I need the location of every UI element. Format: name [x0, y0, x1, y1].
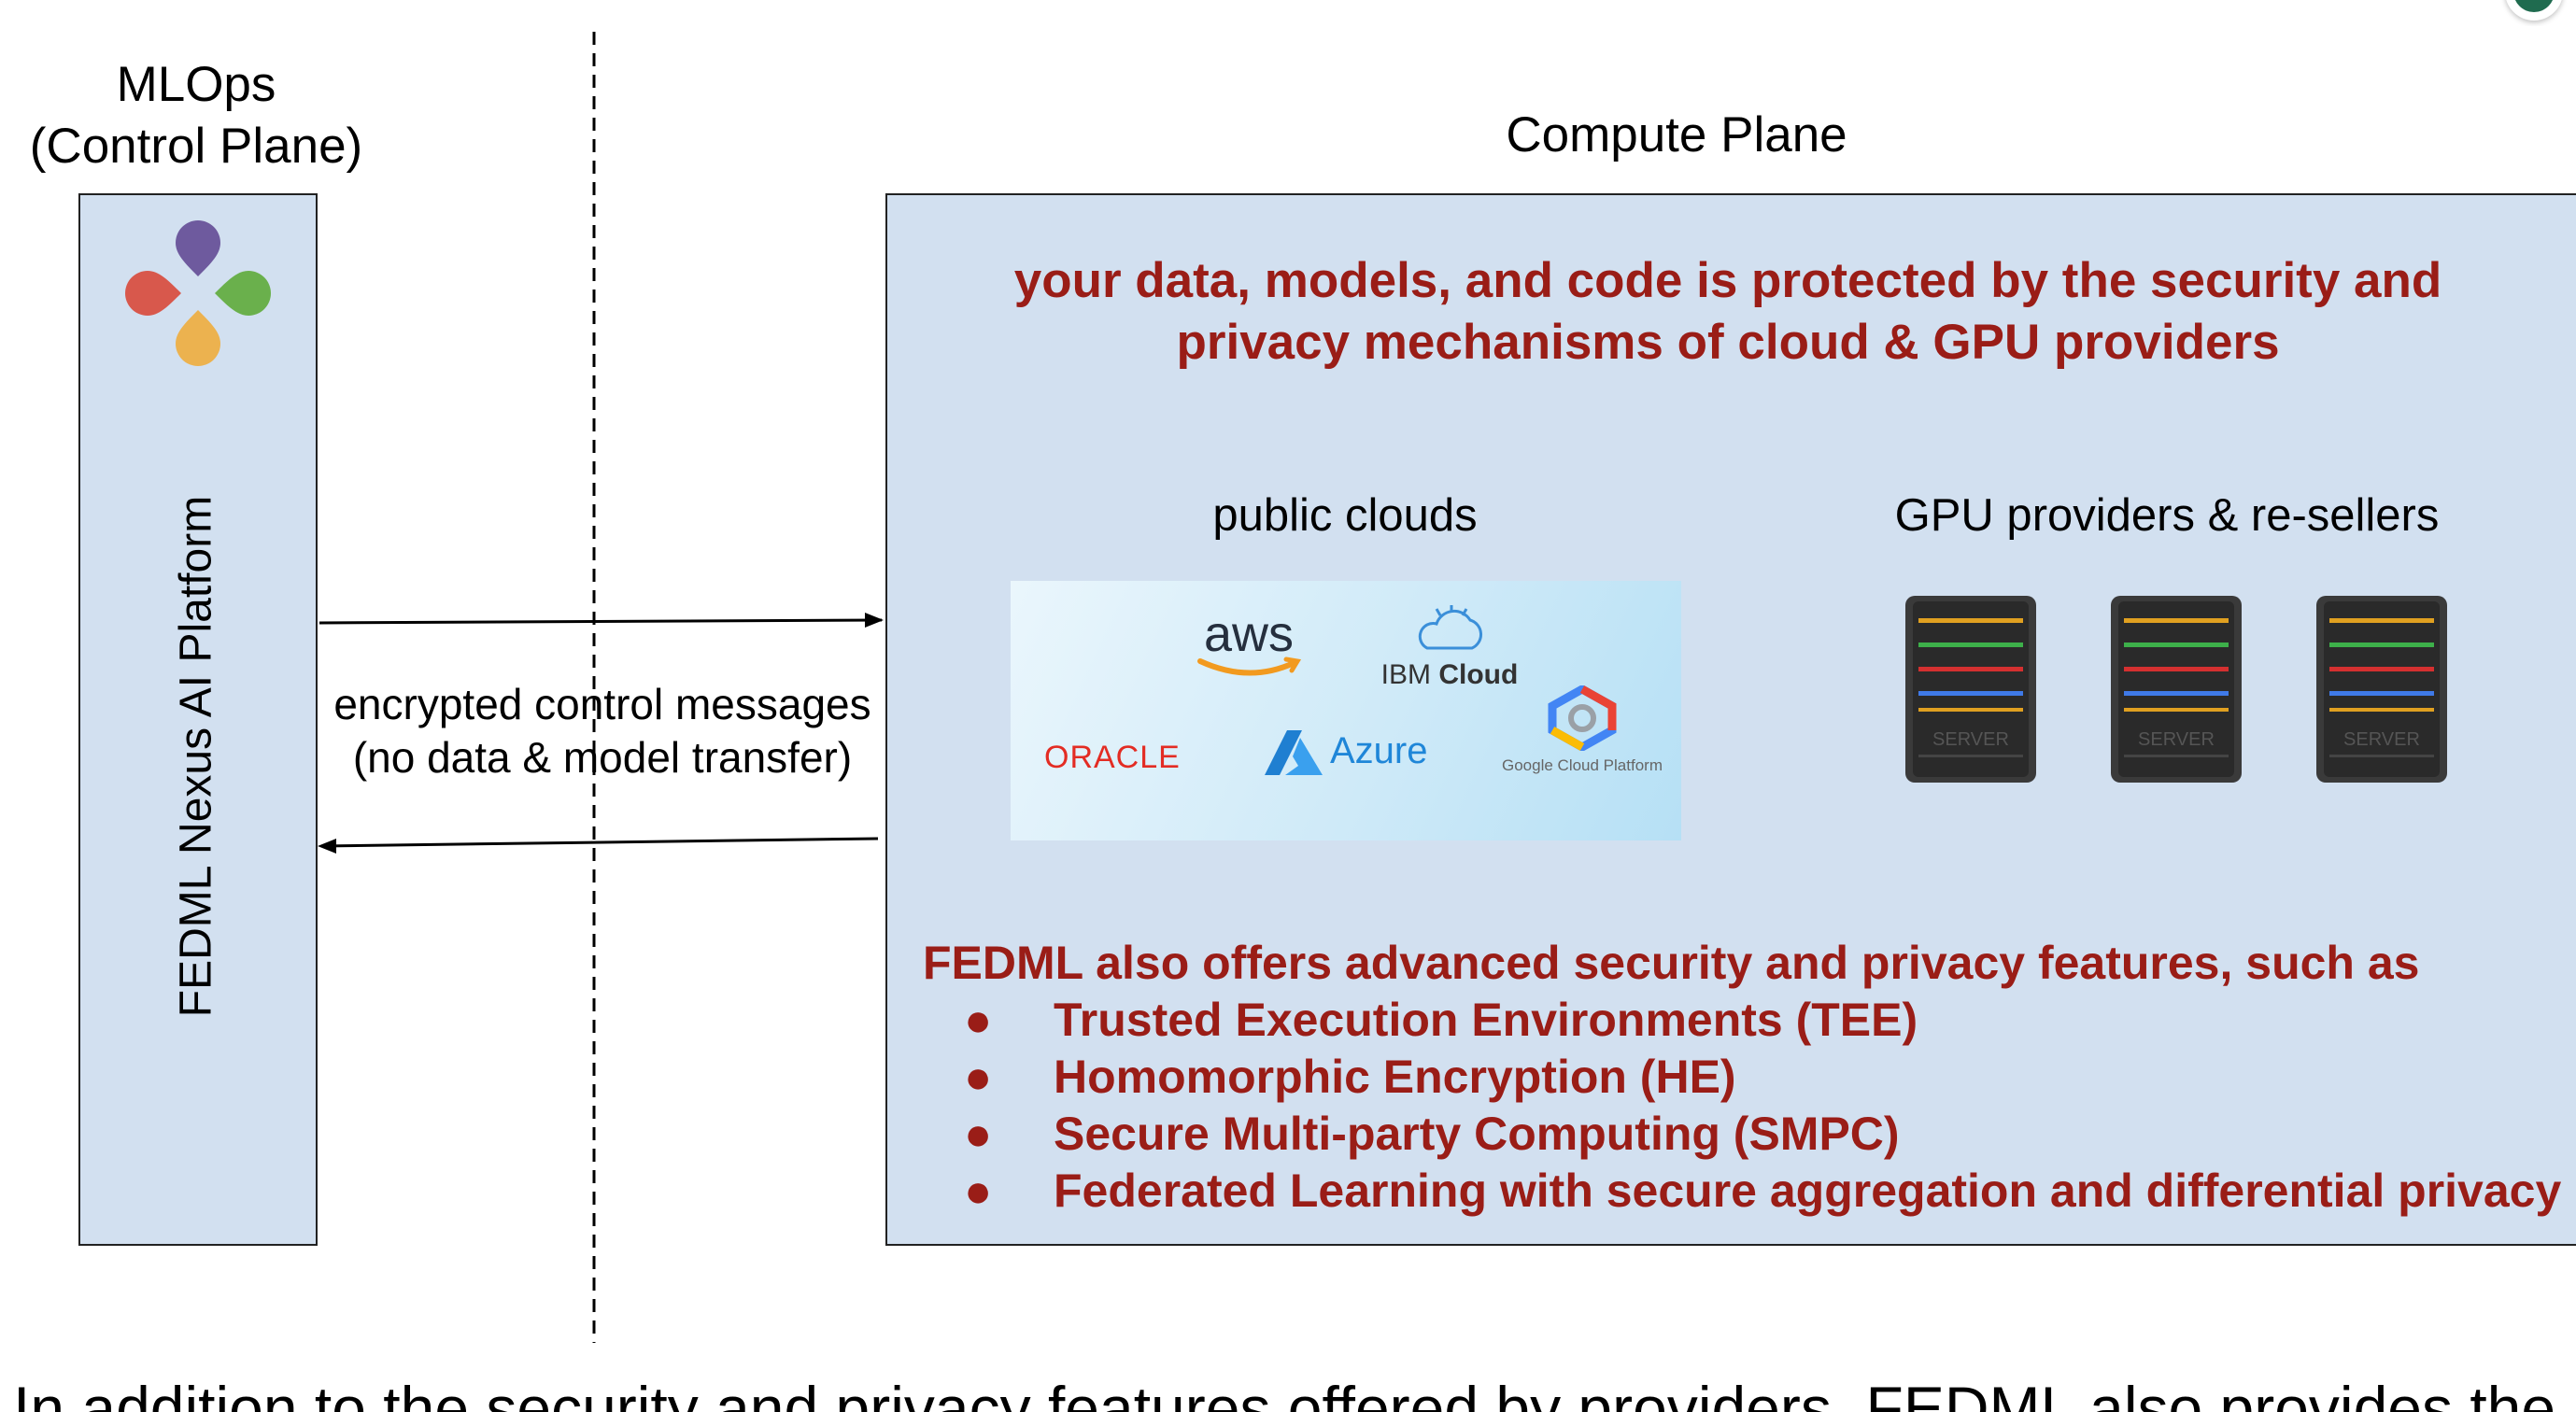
server-icon: SERVER [2111, 596, 2242, 783]
protection-line2: privacy mechanisms of cloud & GPU provid… [1176, 315, 2280, 370]
arrow-to-compute [318, 613, 884, 628]
control-plane-heading: MLOps (Control Plane) [9, 54, 383, 177]
aws-wordmark: aws [1203, 606, 1295, 662]
features-block: FEDML also offers advanced security and … [923, 934, 2576, 1220]
server-text: SERVER [2138, 729, 2215, 750]
ibm-cloud-icon [1418, 605, 1482, 650]
corner-avatar-icon [2505, 0, 2563, 21]
message-label-line2: (no data & model transfer) [352, 733, 853, 782]
message-label-line1: encrypted control messages [333, 680, 871, 728]
server-icon: SERVER [2316, 596, 2447, 783]
google-cloud-logo: Google Cloud Platform [1489, 685, 1676, 779]
oracle-logo: ORACLE [1044, 740, 1181, 775]
logo-petal-top [176, 220, 220, 276]
feature-item: ● Secure Multi-party Computing (SMPC) [923, 1106, 2576, 1163]
feature-text: Trusted Execution Environments (TEE) [1054, 994, 1918, 1046]
google-cloud-icon [1548, 685, 1617, 751]
logo-petal-right [215, 271, 271, 316]
google-cloud-wordmark: Google Cloud Platform [1502, 756, 1663, 774]
azure-wordmark: Azure [1330, 730, 1428, 771]
bottom-paragraph: In addition to the security and privacy … [0, 1371, 2576, 1412]
gpu-providers-label: GPU providers & re-sellers [1894, 490, 2440, 541]
bullet-icon: ● [964, 1051, 993, 1103]
azure-logo: Azure [1265, 727, 1470, 783]
aws-smile-icon [1197, 657, 1302, 676]
feature-item: ● Federated Learning with secure aggregat… [923, 1163, 2576, 1220]
features-intro: FEDML also offers advanced security and … [923, 937, 2420, 989]
server-rack-2: SERVER [2105, 592, 2247, 793]
control-plane-heading-line2: (Control Plane) [29, 119, 363, 174]
feature-text: Secure Multi-party Computing (SMPC) [1054, 1108, 1900, 1160]
server-rack-1: SERVER [1900, 592, 2042, 793]
protection-statement: your data, models, and code is protected… [887, 250, 2569, 374]
server-rack-3: SERVER [2311, 592, 2453, 793]
azure-icon [1265, 730, 1323, 775]
server-text: SERVER [1932, 729, 2009, 750]
ibm-cloud-logo: IBM Cloud [1366, 603, 1534, 697]
cloud-providers-box: aws IBM Cloud ORACLE Azure Google Cloud … [1011, 581, 1681, 840]
arrow-to-control [318, 837, 879, 854]
platform-label: FEDML Nexus AI Platform [171, 495, 221, 1018]
bullet-icon: ● [964, 1108, 993, 1160]
server-text: SERVER [2343, 729, 2420, 750]
protection-line1: your data, models, and code is protected… [1013, 253, 2442, 308]
message-label: encrypted control messages (no data & mo… [322, 678, 883, 784]
control-plane-heading-line1: MLOps [116, 57, 276, 112]
aws-logo: aws [1193, 609, 1305, 684]
server-icon: SERVER [1905, 596, 2036, 783]
features-list: ● Trusted Execution Environments (TEE) ● H… [923, 992, 2576, 1220]
bullet-icon: ● [964, 1165, 993, 1217]
bullet-icon: ● [964, 994, 993, 1046]
compute-plane-heading: Compute Plane [1506, 107, 1847, 162]
bottom-paragraph-text: In addition to the security and privacy … [13, 1374, 2556, 1412]
feature-item: ● Trusted Execution Environments (TEE) [923, 992, 2576, 1049]
corner-avatar-button[interactable] [2499, 0, 2576, 26]
feature-text: Homomorphic Encryption (HE) [1054, 1051, 1736, 1103]
public-clouds-label: public clouds [1212, 490, 1478, 541]
feature-text: Federated Learning with secure aggregati… [1054, 1165, 2562, 1217]
ibm-cloud-prefix: IBM [1380, 659, 1431, 690]
feature-item: ● Homomorphic Encryption (HE) [923, 1049, 2576, 1106]
